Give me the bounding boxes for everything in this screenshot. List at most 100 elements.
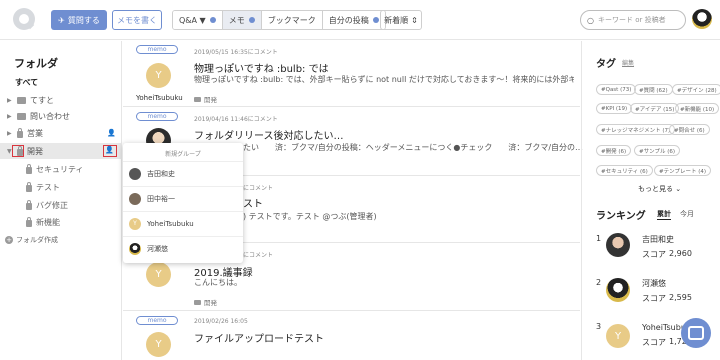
send-icon: ✈ [58, 15, 65, 25]
member-dropdown: 新規グループ 吉田和史 田中裕一 Y YoheiTsubuku 河瀬悠 [123, 143, 243, 263]
tab-memo-label: メモ [228, 15, 245, 25]
subfolder-label: セキュリティ [36, 164, 84, 174]
avatar[interactable] [606, 278, 630, 302]
member-name: 吉田和史 [147, 169, 175, 178]
tag-chip[interactable]: #新機能 (10) [675, 103, 720, 114]
dropdown-header: 新規グループ [165, 151, 201, 158]
post-folder-label: 開発 [204, 299, 217, 307]
sort-select[interactable]: 新着順 ⇕ [380, 10, 422, 30]
ranking-name[interactable]: 吉田和史 [642, 234, 674, 245]
ask-question-button[interactable]: ✈ 質問する [51, 10, 107, 30]
tab-bookmark-label: ブックマーク [267, 15, 316, 25]
tag-chip[interactable]: #デザイン (28) [672, 84, 720, 95]
sidebar-item-all[interactable]: すべて [15, 77, 38, 88]
tag-chip[interactable]: #サンプル (6) [634, 145, 680, 156]
tag-chip[interactable]: #セキュリティ (6) [596, 165, 653, 176]
post-excerpt: こんにちは。 [194, 278, 242, 287]
expand-arrow-icon[interactable]: ▶ [7, 113, 13, 120]
search-icon: ○ [587, 15, 594, 25]
tab-ranking-total[interactable]: 累計 [657, 209, 671, 220]
tag-chip[interactable]: #問合せ (6) [669, 124, 710, 135]
list-item[interactable]: memo Y YoheiTsubuku 2019/05/15 16:35にコメン… [123, 41, 580, 107]
show-more-button[interactable]: もっと見る ⌄ [638, 184, 681, 194]
folder-label: 問い合わせ [30, 111, 70, 121]
post-excerpt: 物理っぽいですね :bulb: では、外部キー貼らずに not null だけで… [194, 75, 574, 84]
folder-icon [194, 299, 201, 305]
expand-arrow-icon[interactable]: ▶ [7, 97, 13, 104]
avatar[interactable]: Y [146, 63, 171, 88]
post-date: にコメント [243, 252, 274, 259]
tab-memo[interactable]: メモ [222, 11, 262, 29]
post-title[interactable]: 物理っぽいですね :bulb: では [194, 60, 329, 75]
post-excerpt: たい 済：ブクマ/自分の投稿：ヘッダーメニューにつく●チェック 済：ブクマ/自分… [243, 143, 584, 152]
tag-chip[interactable]: #KPI (19) [596, 103, 633, 114]
add-folder-button[interactable]: + フォルダ作成 [5, 235, 58, 245]
avatar[interactable] [606, 233, 630, 257]
avatar [129, 242, 141, 255]
sidebar-subfolder[interactable]: 新機能 [26, 215, 60, 229]
memo-badge: memo [136, 316, 178, 325]
tag-chip[interactable]: #質問 (62) [634, 84, 673, 95]
lock-icon [26, 216, 32, 227]
sidebar-subfolder[interactable]: セキュリティ [26, 162, 84, 176]
search-input[interactable] [597, 16, 678, 24]
avatar[interactable]: Y [606, 324, 630, 348]
post-folder-label: 開発 [204, 96, 217, 104]
score-label: スコア [642, 338, 666, 347]
sidebar-item-folder[interactable]: ▶ てすと [7, 93, 54, 107]
tab-my-posts[interactable]: 自分の投稿 [322, 11, 385, 29]
sidebar-subfolder[interactable]: テスト [26, 180, 60, 194]
post-title[interactable]: フォルダリリース後対応したい… [194, 127, 344, 142]
unread-dot-icon [248, 17, 255, 23]
chat-bubble-icon[interactable] [681, 318, 711, 348]
post-folder: 開発 [194, 94, 217, 104]
user-avatar[interactable] [692, 9, 712, 29]
member-name: YoheiTsubuku [147, 219, 194, 228]
avatar: Y [129, 217, 141, 230]
lock-icon [17, 127, 23, 138]
write-memo-label: メモを書く [117, 15, 157, 25]
tab-ranking-month[interactable]: 今月 [680, 209, 694, 219]
tags-edit-link[interactable]: 編集 [622, 58, 634, 67]
avatar [129, 167, 141, 180]
rank-number: 2 [596, 278, 602, 287]
dropdown-member[interactable]: 河瀬悠 [123, 236, 243, 260]
avatar[interactable]: Y [146, 262, 171, 287]
dropdown-member[interactable]: Y YoheiTsubuku [123, 211, 243, 235]
list-item[interactable]: memo Y 2019/02/26 16:05 ファイルアップロードテスト [123, 312, 580, 360]
score-label: スコア [642, 294, 666, 303]
post-date: 2019/04/16 11:46にコメント [194, 116, 278, 123]
tags-title: タグ [596, 59, 616, 70]
ask-question-label: 質問する [67, 15, 100, 25]
sidebar-item-folder[interactable]: ▶ 問い合わせ [7, 109, 70, 123]
member-icon[interactable]: 👤 [105, 146, 114, 154]
write-memo-button[interactable]: メモを書く [112, 10, 162, 30]
ranking-name[interactable]: 河瀬悠 [642, 278, 666, 289]
tag-chip[interactable]: #テンプレート (4) [654, 165, 711, 176]
logo-icon[interactable] [13, 8, 35, 30]
expand-arrow-icon[interactable]: ▶ [7, 130, 13, 137]
score-label: スコア [642, 250, 666, 259]
tag-chip[interactable]: #Qast (73) [596, 84, 637, 95]
search-box[interactable]: ○ [580, 10, 686, 30]
tag-chip[interactable]: #アイデア (15) [630, 103, 680, 114]
tab-bookmark[interactable]: ブックマーク [261, 11, 323, 29]
tag-chip[interactable]: #ナレッジマネジメント (7) [596, 124, 676, 135]
dropdown-member[interactable]: 田中裕一 [123, 186, 243, 210]
folder-icon [17, 112, 26, 120]
folder-label: 営業 [27, 128, 43, 138]
post-title[interactable]: ファイルアップロードテスト [194, 330, 324, 345]
dropdown-member[interactable]: 吉田和史 [123, 161, 243, 185]
avatar[interactable]: Y [146, 332, 171, 357]
post-excerpt: ) テストです。テスト @つぶ(管理者) [243, 212, 377, 221]
post-title[interactable]: スト [243, 195, 263, 210]
author-name[interactable]: YoheiTsubuku [136, 94, 183, 102]
memo-badge: memo [136, 45, 178, 54]
tab-qa[interactable]: Q&A ▼ [173, 11, 223, 29]
member-icon[interactable]: 👤 [107, 129, 116, 137]
sidebar-item-folder[interactable]: ▶ 営業 [7, 126, 43, 140]
tag-chip[interactable]: #開発 (6) [596, 145, 632, 156]
sidebar-subfolder[interactable]: バグ修正 [26, 198, 68, 212]
folder-icon [17, 96, 26, 104]
sort-label: 新着順 [384, 15, 409, 25]
